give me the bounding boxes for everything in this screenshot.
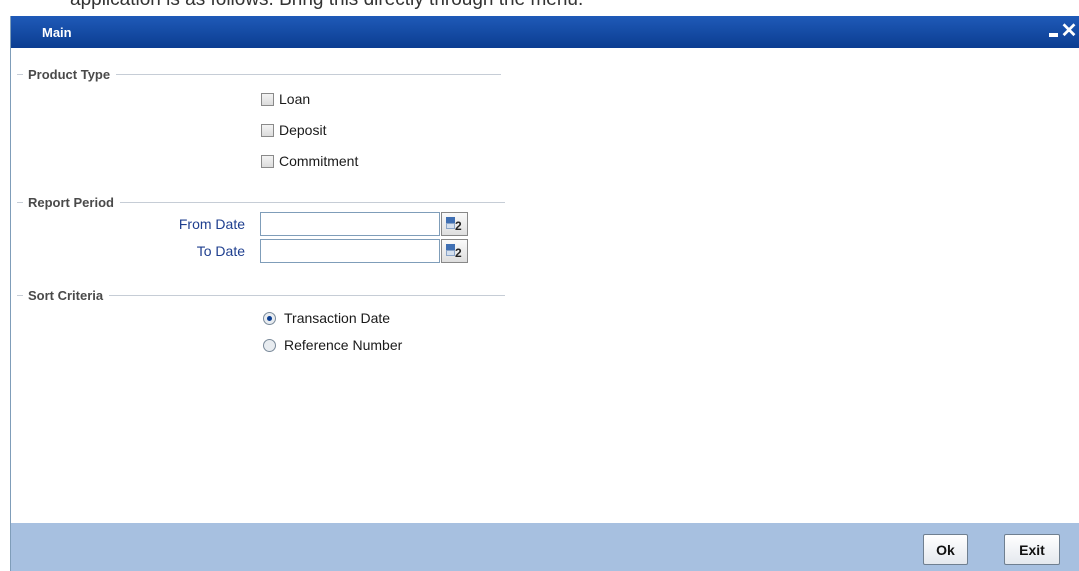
transaction-date-label: Transaction Date — [284, 310, 391, 326]
deposit-checkbox-row[interactable]: Deposit — [261, 122, 326, 138]
header-dash — [17, 73, 23, 75]
exit-button[interactable]: Exit — [1004, 534, 1060, 565]
header-dash — [17, 294, 23, 296]
transaction-date-radio-row[interactable]: Transaction Date — [263, 310, 390, 326]
report-period-title: Report Period — [28, 194, 114, 210]
header-line — [119, 201, 505, 203]
to-date-input[interactable] — [260, 239, 440, 263]
close-icon[interactable]: ✕ — [1060, 21, 1078, 41]
ok-button[interactable]: Ok — [923, 534, 968, 565]
product-type-header: Product Type — [17, 66, 502, 82]
commitment-label: Commitment — [279, 153, 359, 169]
to-date-label: To Date — [196, 243, 245, 259]
to-date-calendar-button[interactable]: 2 — [441, 239, 468, 263]
reference-number-radio[interactable] — [263, 338, 276, 352]
reference-number-label: Reference Number — [284, 337, 403, 353]
deposit-checkbox[interactable] — [261, 123, 274, 137]
header-dash — [17, 201, 23, 203]
title-bar: Main ✕ — [11, 16, 1079, 48]
loan-checkbox[interactable] — [261, 92, 274, 106]
commitment-checkbox-row[interactable]: Commitment — [261, 153, 358, 169]
calendar-icon-glyph: 2 — [455, 219, 462, 233]
main-window: Main ✕ Product Type Loan Deposit Commitm… — [10, 16, 1079, 571]
sort-criteria-title: Sort Criteria — [28, 287, 104, 303]
deposit-label: Deposit — [279, 122, 327, 138]
calendar-icon-body — [446, 223, 455, 229]
footer-bar: Ok Exit — [11, 523, 1079, 571]
calendar-icon-glyph: 2 — [455, 246, 462, 260]
partial-background-text: application is as follows. Bring this di… — [0, 0, 1079, 16]
reference-number-radio-row[interactable]: Reference Number — [263, 337, 402, 353]
loan-label: Loan — [279, 91, 311, 107]
header-line — [116, 73, 502, 75]
partial-text: application is as follows. Bring this di… — [70, 0, 583, 11]
transaction-date-radio[interactable] — [263, 311, 276, 325]
product-type-title: Product Type — [28, 66, 111, 82]
header-line — [109, 294, 506, 296]
report-period-header: Report Period — [17, 194, 505, 210]
from-date-label: From Date — [178, 216, 245, 232]
commitment-checkbox[interactable] — [261, 154, 274, 168]
minimize-icon[interactable] — [1049, 33, 1058, 37]
loan-checkbox-row[interactable]: Loan — [261, 91, 310, 107]
window-title: Main — [42, 25, 72, 40]
from-date-calendar-button[interactable]: 2 — [441, 212, 468, 236]
from-date-input[interactable] — [260, 212, 440, 236]
sort-criteria-header: Sort Criteria — [17, 287, 506, 303]
calendar-icon-body — [446, 250, 455, 256]
